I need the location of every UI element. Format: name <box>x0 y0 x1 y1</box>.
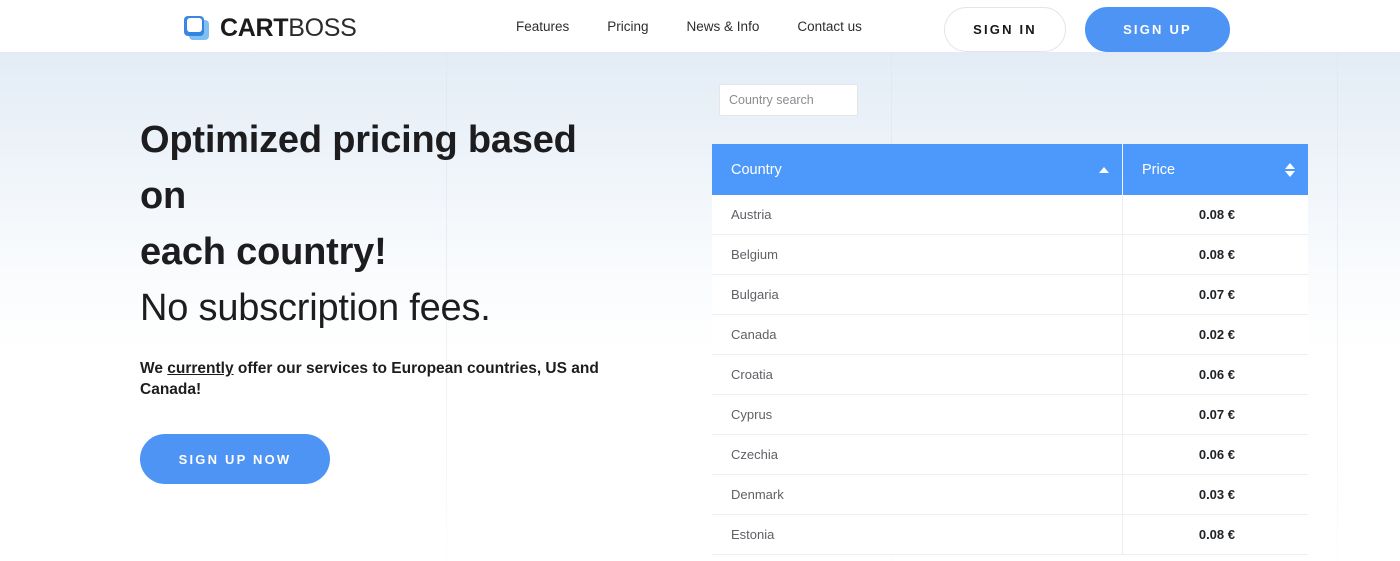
site-header: CARTBOSS Features Pricing News & Info Co… <box>0 0 1400 52</box>
cell-country: Czechia <box>731 447 778 462</box>
cell-country: Belgium <box>731 247 778 262</box>
table-row[interactable]: Austria 0.08 € <box>712 195 1308 235</box>
table-header-row: Country Price <box>712 144 1308 195</box>
subtext-prefix: We <box>140 360 168 377</box>
table-row[interactable]: Canada 0.02 € <box>712 315 1308 355</box>
cell-price: 0.06 € <box>1122 355 1308 394</box>
cell-price: 0.08 € <box>1122 515 1308 554</box>
logo-text-light: BOSS <box>288 13 357 42</box>
table-row[interactable]: Croatia 0.06 € <box>712 355 1308 395</box>
cell-price: 0.06 € <box>1122 435 1308 474</box>
sort-both-icon[interactable] <box>1285 162 1295 177</box>
sign-up-now-button[interactable]: SIGN UP NOW <box>140 434 330 484</box>
table-row[interactable]: Czechia 0.06 € <box>712 435 1308 475</box>
headline-line-1: Optimized pricing based on <box>140 119 577 217</box>
cell-country: Cyprus <box>731 407 773 422</box>
country-search-input[interactable] <box>719 84 858 116</box>
sign-up-button[interactable]: SIGN UP <box>1085 7 1230 52</box>
page-title: Optimized pricing based on each country!… <box>140 112 620 336</box>
pricing-table: Country Price Austria 0.08 € Belgium 0.0… <box>712 144 1308 555</box>
pricing-landing-page: CARTBOSS Features Pricing News & Info Co… <box>0 0 1400 561</box>
auth-buttons: SIGN IN SIGN UP <box>944 7 1230 52</box>
nav-item-pricing[interactable]: Pricing <box>607 19 648 34</box>
column-header-price-label: Price <box>1142 161 1176 178</box>
cell-price: 0.03 € <box>1122 475 1308 514</box>
table-row[interactable]: Cyprus 0.07 € <box>712 395 1308 435</box>
cell-price: 0.02 € <box>1122 315 1308 354</box>
cell-country: Denmark <box>731 487 784 502</box>
nav-item-features[interactable]: Features <box>516 19 569 34</box>
table-row[interactable]: Bulgaria 0.07 € <box>712 275 1308 315</box>
cell-country: Estonia <box>731 527 775 542</box>
cell-country: Canada <box>731 327 777 342</box>
cell-price: 0.08 € <box>1122 235 1308 274</box>
country-search-wrapper <box>719 84 858 116</box>
cell-price: 0.08 € <box>1122 195 1308 234</box>
column-header-country-label: Country <box>731 161 782 178</box>
column-header-price[interactable]: Price <box>1123 144 1308 195</box>
column-header-country[interactable]: Country <box>712 144 1122 195</box>
cell-country: Bulgaria <box>731 287 779 302</box>
headline-line-2: each country! <box>140 231 387 273</box>
main-navigation: Features Pricing News & Info Contact us <box>516 0 862 52</box>
cell-country: Croatia <box>731 367 773 382</box>
table-row[interactable]: Denmark 0.03 € <box>712 475 1308 515</box>
cell-price: 0.07 € <box>1122 395 1308 434</box>
hero-section: Optimized pricing based on each country!… <box>140 112 620 484</box>
nav-item-news-info[interactable]: News & Info <box>687 19 760 34</box>
cell-country: Austria <box>731 207 772 222</box>
subtext-underlined: currently <box>167 360 234 377</box>
headline-line-3: No subscription fees. <box>140 287 491 329</box>
table-row[interactable]: Estonia 0.08 € <box>712 515 1308 555</box>
sign-in-button[interactable]: SIGN IN <box>944 7 1066 52</box>
logo-text-bold: CART <box>220 13 289 42</box>
table-row[interactable]: Belgium 0.08 € <box>712 235 1308 275</box>
cell-price: 0.07 € <box>1122 275 1308 314</box>
cartboss-logo-icon <box>184 14 214 42</box>
logo-wordmark: CARTBOSS <box>220 13 357 42</box>
site-logo[interactable]: CARTBOSS <box>184 14 357 42</box>
layout-divider-3 <box>1337 52 1338 561</box>
nav-item-contact-us[interactable]: Contact us <box>797 19 862 34</box>
hero-subtext: We currently offer our services to Europ… <box>140 358 610 400</box>
sort-asc-icon[interactable] <box>1099 166 1109 173</box>
